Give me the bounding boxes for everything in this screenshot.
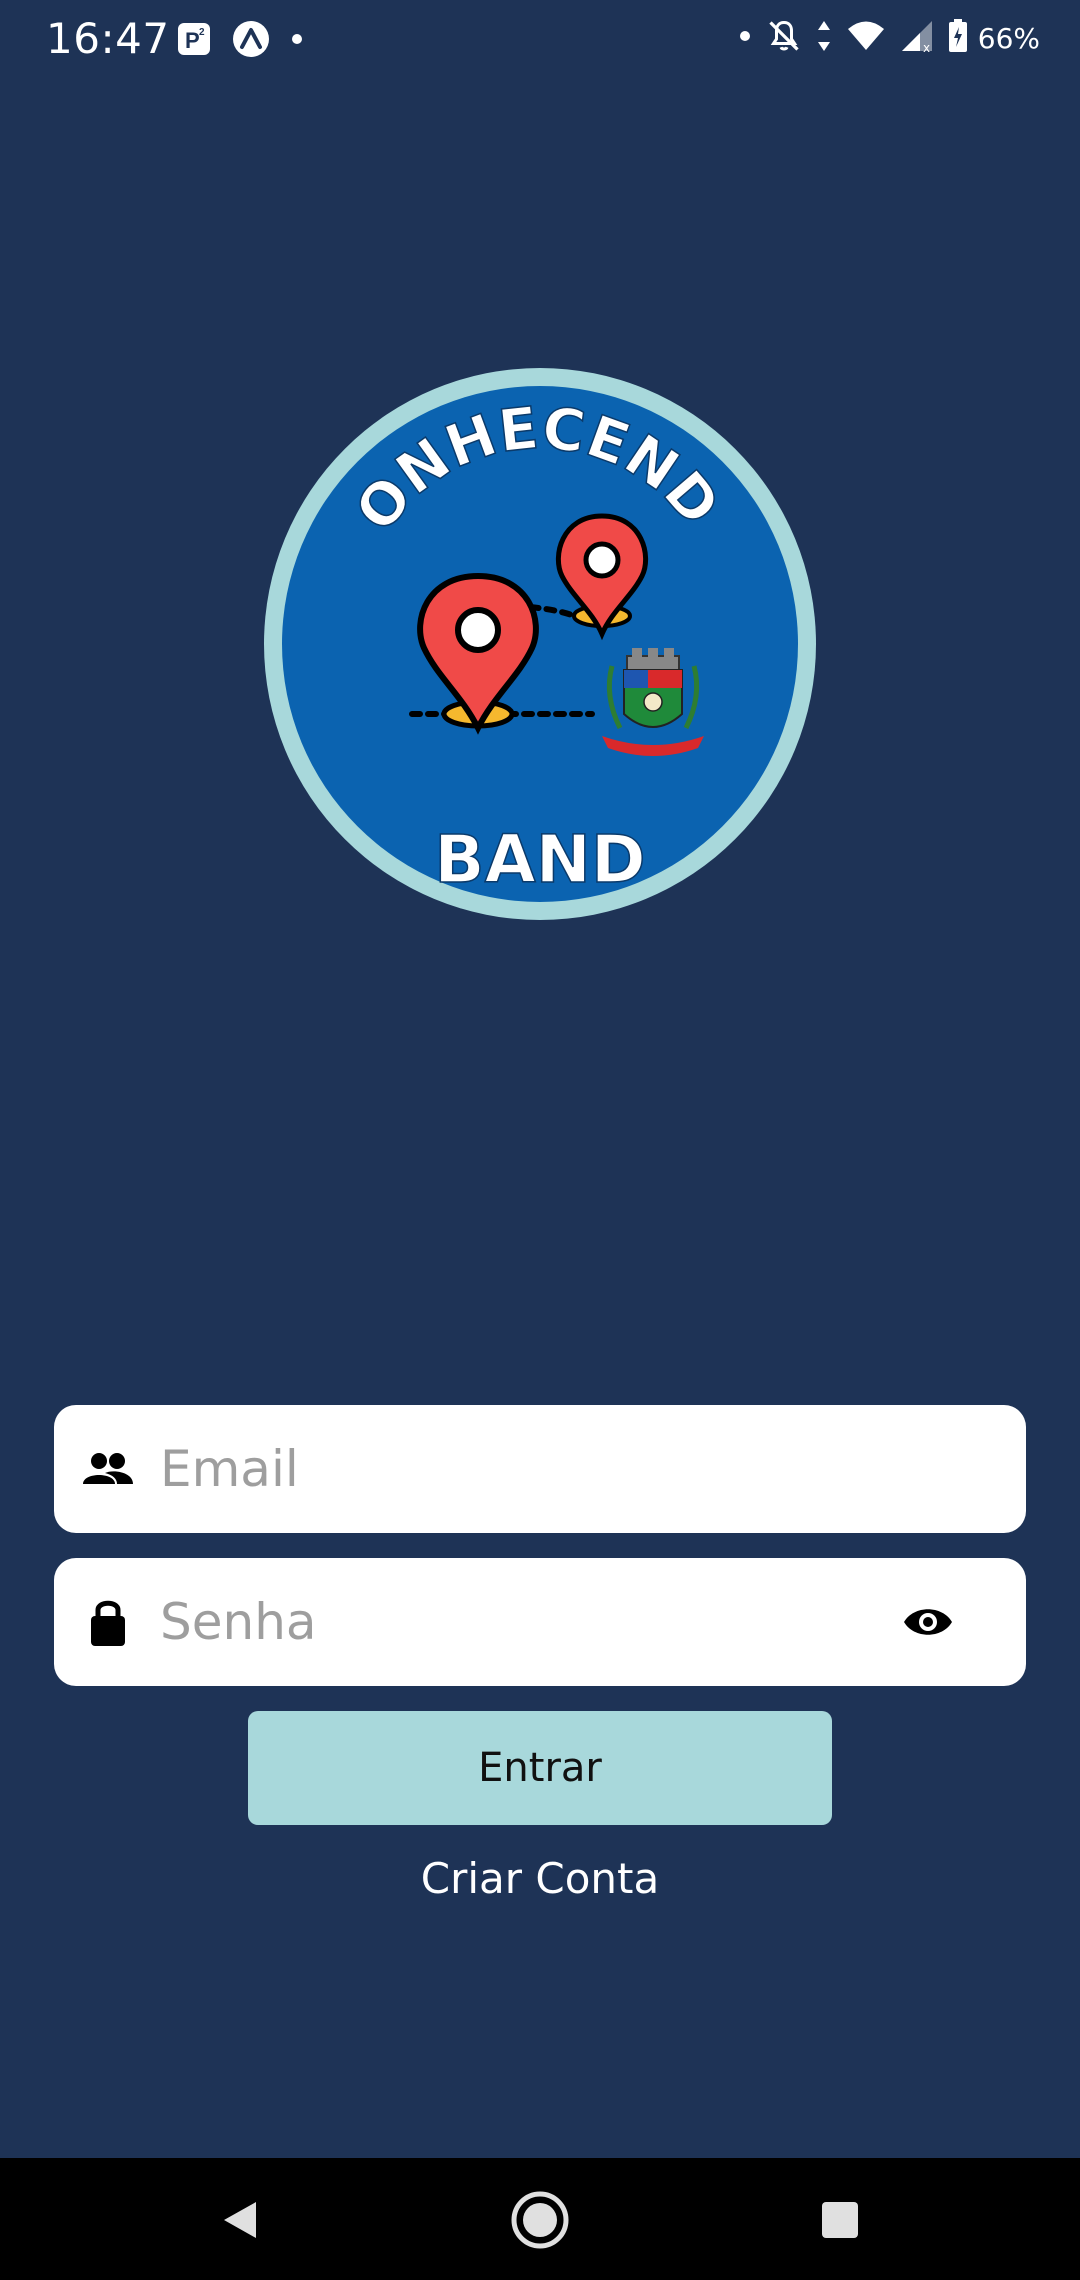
battery-charging-icon bbox=[948, 19, 968, 58]
notification-dot-icon bbox=[290, 32, 304, 51]
password-input[interactable] bbox=[156, 1558, 836, 1686]
email-input[interactable] bbox=[156, 1405, 916, 1533]
back-icon[interactable] bbox=[208, 2188, 272, 2252]
status-time: 16:47 bbox=[46, 14, 170, 63]
email-field[interactable] bbox=[54, 1405, 1026, 1533]
wifi-icon bbox=[846, 20, 886, 57]
create-account-link[interactable]: Criar Conta bbox=[0, 1854, 1080, 1903]
logo-bottom-text: BAND bbox=[434, 821, 645, 898]
svg-text:2: 2 bbox=[199, 27, 205, 38]
people-icon bbox=[80, 1437, 136, 1501]
status-bar: 16:47 P 2 x 66% bbox=[0, 0, 1080, 80]
recents-icon[interactable] bbox=[808, 2188, 872, 2252]
login-screen: 16:47 P 2 x 66% ONHECEND BAND Email Entr… bbox=[0, 0, 1080, 2280]
home-icon[interactable] bbox=[508, 2188, 572, 2252]
password-field[interactable] bbox=[54, 1558, 1026, 1686]
data-arrows-icon bbox=[816, 19, 832, 58]
status-right-icons: x 66% bbox=[738, 18, 1040, 59]
battery-percent: 66% bbox=[977, 22, 1040, 55]
expo-app-icon bbox=[232, 20, 270, 63]
navigation-bar bbox=[0, 2158, 1080, 2280]
svg-text:x: x bbox=[923, 41, 930, 53]
dot-icon bbox=[738, 29, 752, 48]
lock-icon bbox=[80, 1590, 136, 1654]
bell-off-icon bbox=[766, 18, 802, 59]
signal-icon: x bbox=[900, 19, 934, 58]
status-left-icons: P 2 bbox=[176, 20, 304, 63]
app-logo: CONHECENDO BAND bbox=[262, 366, 818, 922]
svg-text:P: P bbox=[185, 28, 200, 53]
login-button[interactable]: Entrar bbox=[248, 1711, 832, 1825]
eye-icon[interactable] bbox=[900, 1598, 956, 1646]
parking-app-icon: P 2 bbox=[176, 21, 212, 62]
